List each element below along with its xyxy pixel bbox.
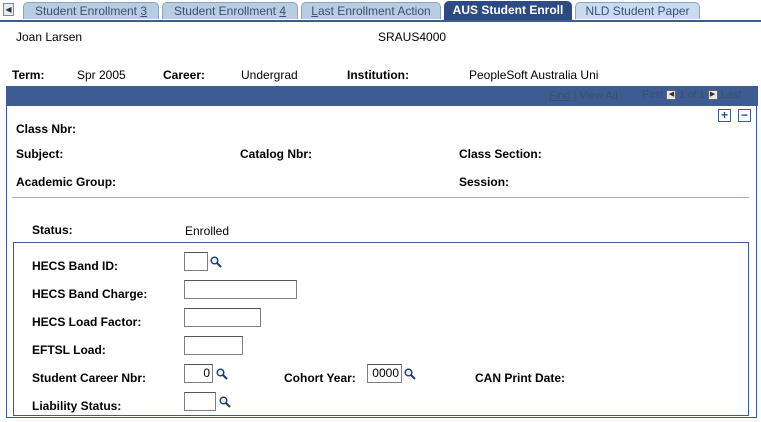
student-name: Joan Larsen	[16, 30, 83, 44]
career-value: Undergrad	[241, 68, 298, 82]
class-section-label: Class Section:	[459, 147, 542, 161]
institution-label: Institution:	[347, 68, 409, 82]
eftsl-load-input[interactable]	[184, 336, 243, 355]
prev-arrow-icon[interactable]: ◀	[666, 90, 677, 101]
student-career-nbr-input[interactable]: 0	[184, 364, 213, 383]
tab-label-prefix: Student Enrollment	[34, 4, 141, 18]
eftsl-load-label: EFTSL Load:	[32, 343, 106, 357]
liability-status-label: Liability Status:	[32, 399, 122, 413]
tab-label-rest: ast Enrollment Action	[317, 4, 431, 18]
tab-last-enrollment-action[interactable]: Last Enrollment Action	[301, 2, 441, 19]
hecs-load-factor-label: HECS Load Factor:	[32, 315, 142, 329]
tab-label: AUS Student Enroll	[452, 3, 564, 17]
status-value: Enrolled	[185, 224, 230, 238]
institution-value: PeopleSoft Australia Uni	[469, 68, 599, 82]
tab-bar: ◀ Student Enrollment 3 Student Enrollmen…	[0, 0, 761, 22]
tab-student-enrollment-4[interactable]: Student Enrollment 4	[162, 2, 298, 19]
student-career-nbr-lookup-icon[interactable]	[216, 368, 228, 380]
hecs-load-factor-input[interactable]	[184, 308, 261, 327]
tab-scroll-left-icon[interactable]: ◀	[3, 3, 14, 16]
tab-student-enrollment-3[interactable]: Student Enrollment 3	[23, 2, 159, 19]
career-label: Career:	[163, 68, 206, 82]
class-nbr-label: Class Nbr:	[16, 122, 77, 136]
catalog-nbr-label: Catalog Nbr:	[240, 147, 312, 161]
first-label: First	[642, 89, 664, 101]
cohort-year-input[interactable]: 0000	[367, 364, 402, 383]
student-id: SRAUS4000	[378, 30, 447, 44]
cohort-year-lookup-icon[interactable]	[404, 368, 416, 380]
liability-status-input[interactable]	[184, 392, 216, 411]
delete-row-button[interactable]: −	[738, 109, 751, 122]
hecs-band-id-input[interactable]	[184, 252, 208, 271]
term-value: Spr 2005	[77, 68, 126, 82]
hecs-band-id-lookup-icon[interactable]	[210, 256, 222, 268]
status-label: Status:	[32, 223, 73, 237]
find-link[interactable]: Find	[549, 90, 570, 102]
tab-accesskey: 4	[279, 4, 287, 18]
next-arrow-icon[interactable]: ▶	[707, 90, 718, 101]
add-row-button[interactable]: +	[718, 109, 731, 122]
tab-accesskey: 3	[140, 4, 148, 18]
term-label: Term:	[12, 68, 45, 82]
hecs-group-box	[13, 242, 749, 416]
last-label: Last	[720, 89, 742, 101]
liability-status-lookup-icon[interactable]	[219, 396, 231, 408]
scroll-nav: Find | View All	[549, 90, 618, 102]
subject-label: Subject:	[16, 147, 64, 161]
section-divider	[12, 197, 749, 198]
tab-accesskey: L	[311, 4, 318, 18]
tab-aus-student-enroll[interactable]: AUS Student Enroll	[444, 1, 572, 20]
view-all-link[interactable]: View All	[579, 90, 617, 102]
hecs-band-charge-label: HECS Band Charge:	[32, 287, 148, 301]
scroll-pager: First ◀ 1 of 1 ▶ Last	[642, 89, 741, 101]
tab-label: NLD Student Paper	[585, 4, 690, 18]
hecs-band-charge-input[interactable]	[184, 280, 297, 299]
row-count: 1 of 1	[679, 90, 705, 101]
hecs-band-id-label: HECS Band ID:	[32, 259, 119, 273]
academic-group-label: Academic Group:	[16, 175, 117, 189]
session-label: Session:	[459, 175, 510, 189]
tab-label-prefix: Student Enrollment	[173, 4, 280, 18]
can-print-date-label: CAN Print Date:	[475, 371, 566, 385]
tab-nld-student-paper[interactable]: NLD Student Paper	[575, 2, 700, 19]
student-career-nbr-label: Student Career Nbr:	[32, 371, 147, 385]
cohort-year-label: Cohort Year:	[284, 371, 356, 385]
